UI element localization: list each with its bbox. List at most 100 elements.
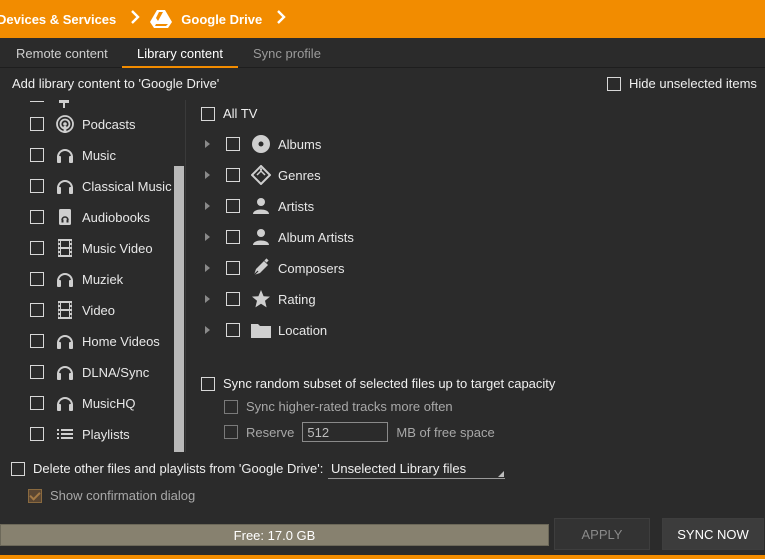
- scrollbar-thumb[interactable]: [174, 166, 184, 452]
- playlist-icon: [54, 423, 76, 445]
- item-checkbox[interactable]: [30, 272, 44, 286]
- hide-unselected-checkbox[interactable]: [607, 76, 621, 91]
- reserve-option[interactable]: Reserve MB of free space: [224, 422, 495, 442]
- breadcrumb-google-drive[interactable]: Google Drive: [150, 9, 262, 29]
- item-checkbox[interactable]: [30, 210, 44, 224]
- expand-arrow-icon[interactable]: [205, 202, 210, 210]
- expand-arrow-icon[interactable]: [205, 140, 210, 148]
- apply-button[interactable]: APPLY: [554, 518, 650, 550]
- delete-other-option[interactable]: Delete other files and playlists from 'G…: [11, 461, 323, 476]
- tree-item-location[interactable]: Location: [205, 319, 327, 341]
- list-item[interactable]: Classical Music: [30, 176, 172, 196]
- breadcrumb-google-drive-label[interactable]: Google Drive: [181, 12, 262, 27]
- reserve-label: Reserve: [246, 424, 295, 440]
- tree-item-artists[interactable]: Artists: [205, 195, 314, 217]
- list-item[interactable]: Muziek: [30, 269, 123, 289]
- tree-root[interactable]: All TV: [201, 106, 257, 121]
- item-label: Genres: [278, 167, 321, 183]
- item-label: Classical Music: [82, 178, 172, 194]
- headphones-icon: [54, 268, 76, 290]
- expand-arrow-icon[interactable]: [205, 326, 210, 334]
- expand-arrow-icon[interactable]: [205, 171, 210, 179]
- all-tv-label: All TV: [223, 106, 258, 121]
- sync-higher-label: Sync higher-rated tracks more often: [246, 399, 453, 414]
- sync-higher-option[interactable]: Sync higher-rated tracks more often: [224, 399, 453, 414]
- delete-other-checkbox[interactable]: [11, 461, 25, 476]
- item-label: Location: [278, 322, 328, 338]
- hide-unselected-label: Hide unselected items: [629, 76, 757, 91]
- list-item[interactable]: Home Videos: [30, 331, 160, 351]
- item-checkbox[interactable]: [226, 230, 240, 244]
- item-checkbox[interactable]: [226, 168, 240, 182]
- audiobook-icon: [54, 206, 76, 228]
- tab-remote-content[interactable]: Remote content: [16, 46, 108, 61]
- item-checkbox[interactable]: [226, 261, 240, 275]
- hide-unselected-option[interactable]: Hide unselected items: [607, 76, 757, 91]
- list-item[interactable]: DLNA/Sync: [30, 362, 149, 382]
- breadcrumb-devices-services[interactable]: Devices & Services: [0, 12, 116, 27]
- partial-top-icon-glyph: [57, 96, 71, 108]
- person-icon: [250, 226, 272, 248]
- expand-arrow-icon[interactable]: [205, 233, 210, 241]
- list-item[interactable]: Video: [30, 300, 115, 320]
- item-checkbox[interactable]: [30, 179, 44, 193]
- sync-now-button[interactable]: SYNC NOW: [662, 518, 764, 550]
- item-checkbox[interactable]: [30, 396, 44, 410]
- tree-item-album-artists[interactable]: Album Artists: [205, 226, 354, 248]
- panel-divider: [185, 100, 186, 452]
- film-icon: [54, 299, 76, 321]
- item-checkbox[interactable]: [30, 427, 44, 441]
- reserve-checkbox[interactable]: [224, 425, 238, 439]
- item-checkbox[interactable]: [30, 117, 44, 131]
- tab-bar: Remote content Library content Sync prof…: [0, 38, 765, 68]
- sync-random-option[interactable]: Sync random subset of selected files up …: [201, 376, 555, 391]
- tab-library-content[interactable]: Library content: [137, 46, 223, 61]
- tree-item-composers[interactable]: Composers: [205, 257, 344, 279]
- item-checkbox[interactable]: [30, 365, 44, 379]
- item-checkbox[interactable]: [226, 323, 240, 337]
- list-item[interactable]: Playlists: [30, 424, 130, 444]
- item-checkbox[interactable]: [30, 334, 44, 348]
- headphones-icon: [54, 330, 76, 352]
- delete-mode-dropdown[interactable]: Unselected Library files: [328, 459, 505, 479]
- item-checkbox[interactable]: [226, 292, 240, 306]
- item-checkbox[interactable]: [226, 199, 240, 213]
- list-item[interactable]: Audiobooks: [30, 207, 150, 227]
- tab-sync-profile[interactable]: Sync profile: [253, 46, 321, 61]
- item-checkbox[interactable]: [30, 303, 44, 317]
- star-icon: [250, 288, 272, 310]
- item-checkbox[interactable]: [30, 241, 44, 255]
- sync-random-checkbox[interactable]: [201, 376, 215, 391]
- item-label: Album Artists: [278, 229, 354, 245]
- item-label: MusicHQ: [82, 395, 136, 411]
- item-checkbox[interactable]: [30, 148, 44, 162]
- list-item[interactable]: Podcasts: [30, 114, 135, 134]
- sync-higher-checkbox[interactable]: [224, 399, 238, 414]
- film-icon: [54, 237, 76, 259]
- item-label: Muziek: [82, 271, 124, 287]
- item-label: Albums: [278, 136, 322, 152]
- chevron-right-icon[interactable]: [276, 9, 286, 29]
- item-label: Music: [82, 147, 116, 163]
- item-checkbox[interactable]: [226, 137, 240, 151]
- show-confirmation-checkbox[interactable]: [28, 488, 42, 503]
- item-label: Podcasts: [82, 116, 136, 132]
- list-item[interactable]: Music: [30, 145, 116, 165]
- capacity-label: Free: 17.0 GB: [233, 527, 316, 543]
- item-label: Audiobooks: [82, 209, 150, 225]
- all-tv-checkbox[interactable]: [201, 106, 215, 121]
- list-item[interactable]: MusicHQ: [30, 393, 135, 413]
- tree-item-albums[interactable]: Albums: [205, 133, 321, 155]
- breadcrumb-devices-label[interactable]: Devices & Services: [0, 12, 116, 27]
- headphones-icon: [54, 361, 76, 383]
- google-drive-icon: [150, 10, 173, 28]
- tree-item-rating[interactable]: Rating: [205, 288, 316, 310]
- tree-item-genres[interactable]: Genres: [205, 164, 321, 186]
- list-item[interactable]: Music Video: [30, 238, 153, 258]
- expand-arrow-icon[interactable]: [205, 295, 210, 303]
- podcast-icon: [54, 113, 76, 135]
- item-label: Artists: [278, 198, 315, 214]
- show-confirmation-option[interactable]: Show confirmation dialog: [28, 488, 195, 503]
- reserve-input[interactable]: [302, 422, 389, 442]
- expand-arrow-icon[interactable]: [205, 264, 210, 272]
